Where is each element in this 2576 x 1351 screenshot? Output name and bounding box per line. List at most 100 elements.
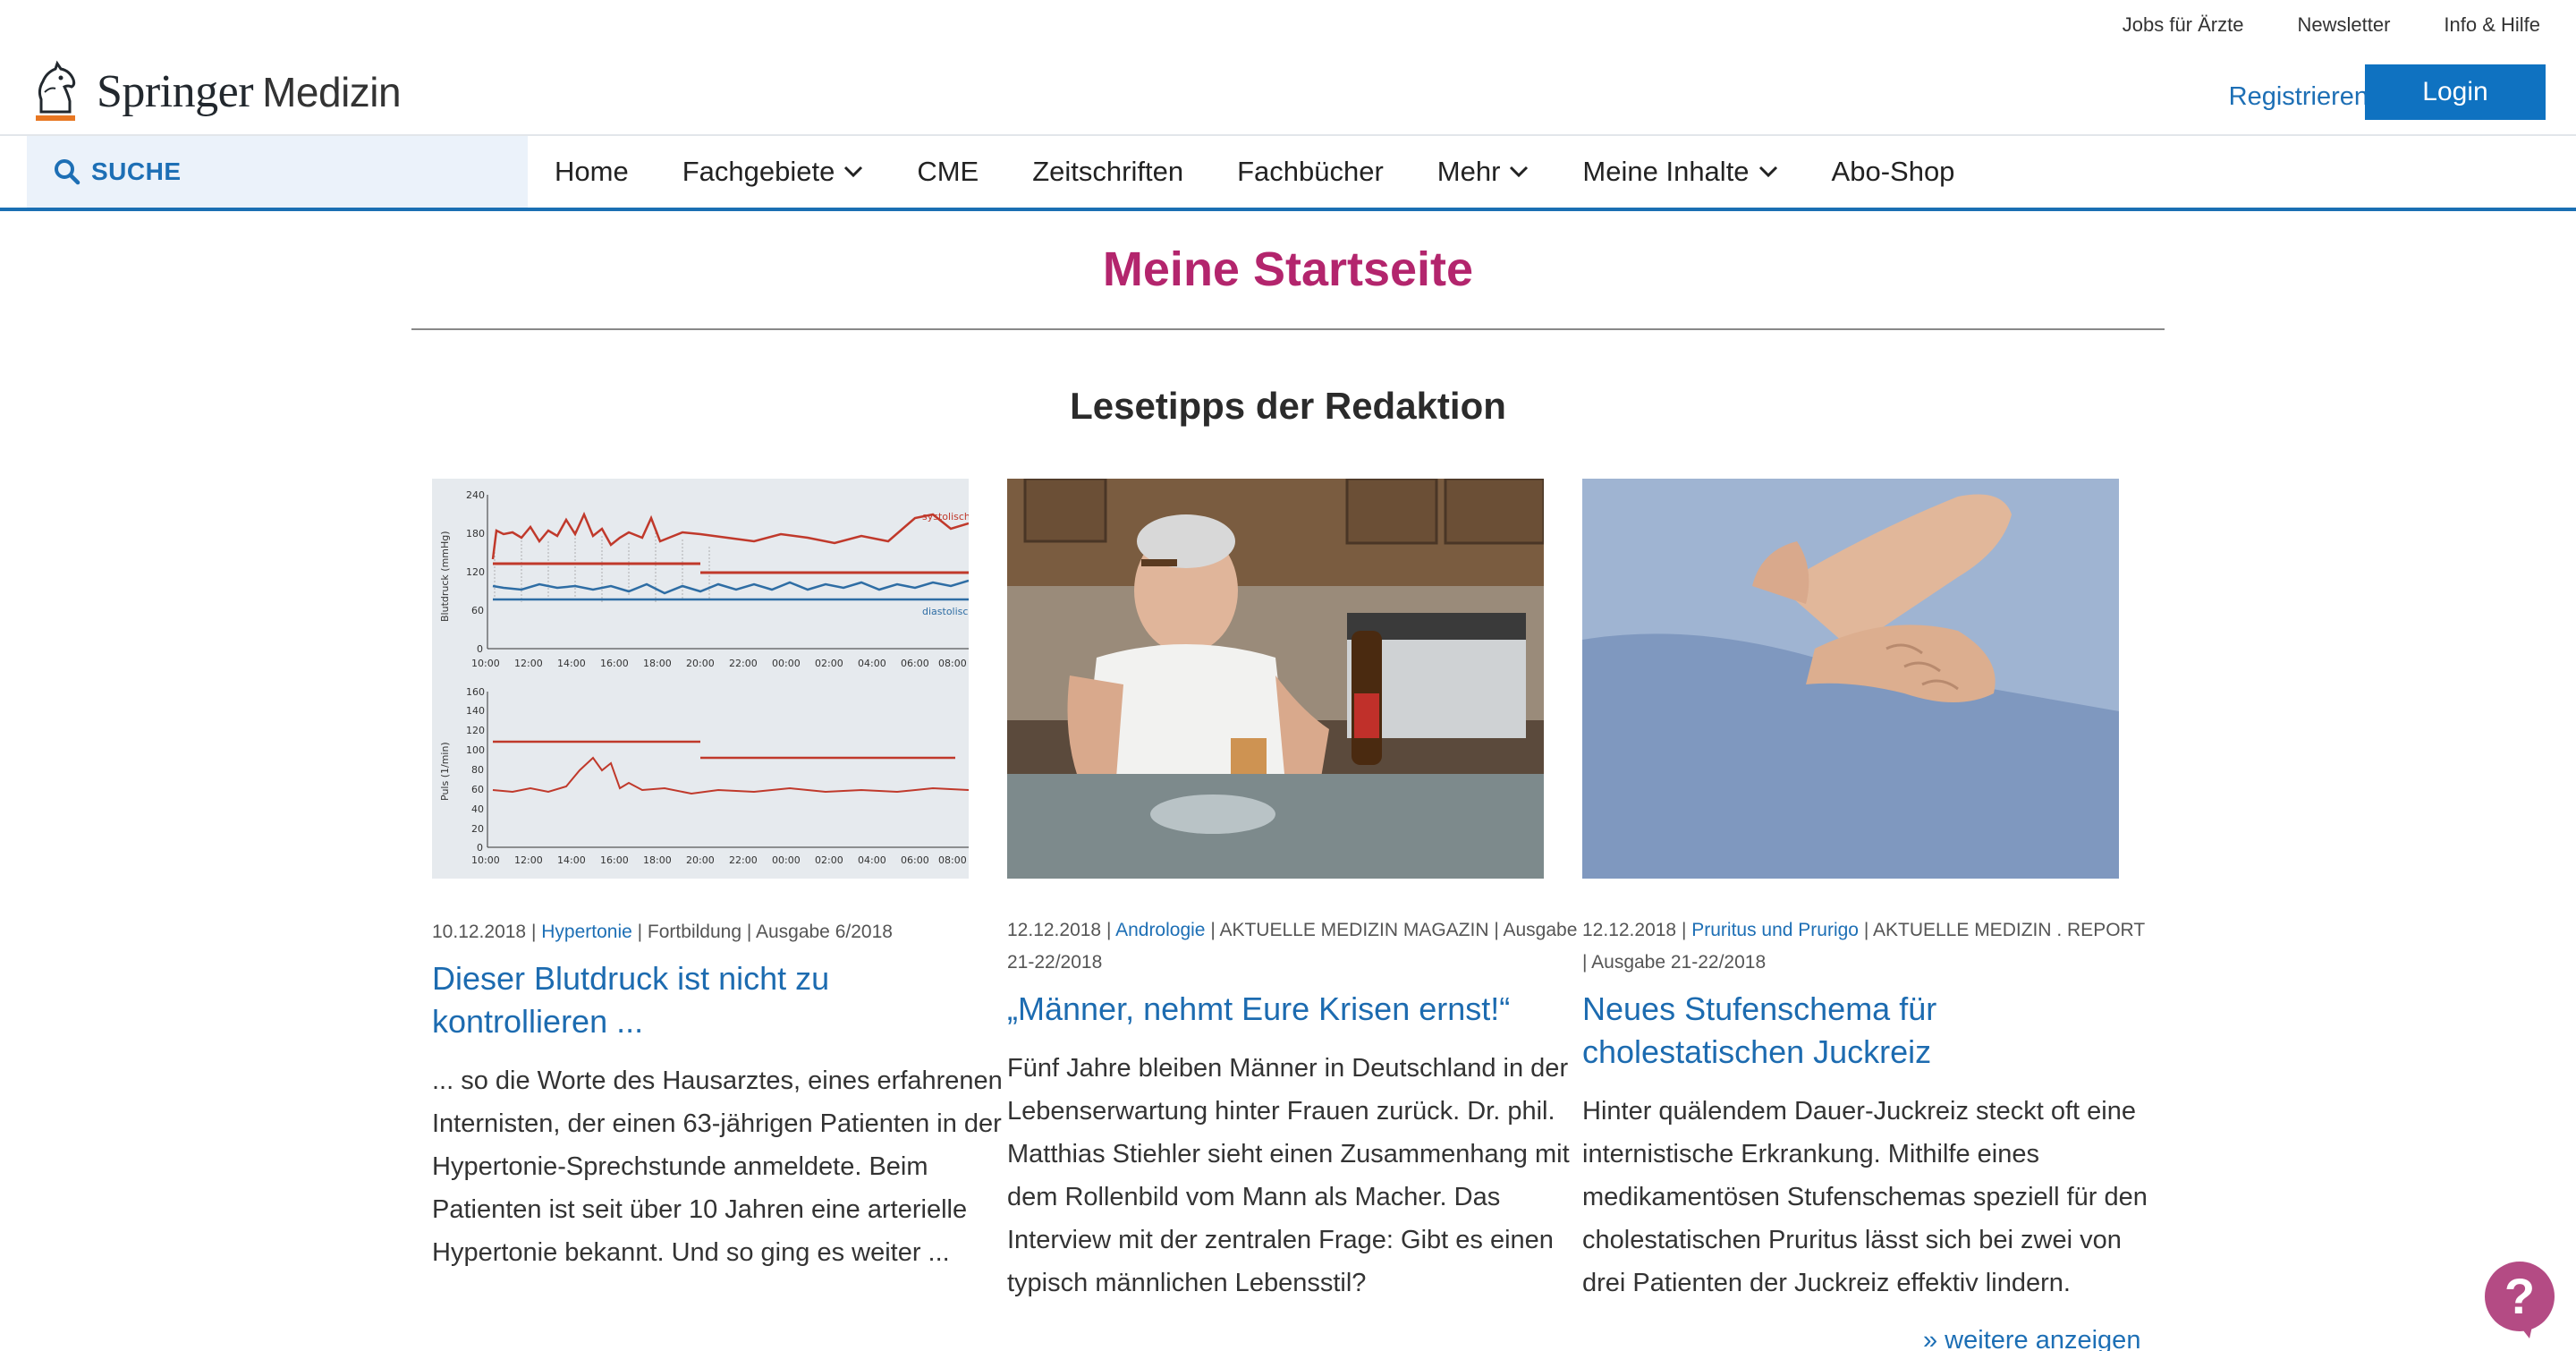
nav-item-fachbuecher[interactable]: Fachbücher <box>1210 136 1411 208</box>
nav-item-meine-inhalte[interactable]: Meine Inhalte <box>1555 136 1804 208</box>
article-meta: 12.12.2018 | Pruritus und Prurigo | AKTU… <box>1582 920 2145 973</box>
main-nav: SUCHE Home Fachgebiete CME Zeitschriften… <box>0 136 2576 211</box>
top-ytick: 0 <box>477 643 483 655</box>
bottom-xtick: 16:00 <box>600 854 629 866</box>
top-xtick: 02:00 <box>815 658 843 669</box>
bottom-xtick: 20:00 <box>686 854 715 866</box>
top-ylabel: Blutdruck (mmHg) <box>439 531 451 622</box>
nav-item-label: Abo-Shop <box>1831 156 1955 187</box>
article-meta: 12.12.2018 | Andrologie | AKTUELLE MEDIZ… <box>1007 920 1578 973</box>
section-title: Lesetipps der Redaktion <box>1070 385 1506 427</box>
article-card-andrologie: 12.12.2018 | Andrologie | AKTUELLE MEDIZ… <box>1007 479 1580 1304</box>
nav-items: Home Fachgebiete CME Zeitschriften Fachb… <box>528 136 1981 208</box>
top-xtick: 14:00 <box>557 658 586 669</box>
top-xtick: 16:00 <box>600 658 629 669</box>
top-xtick: 06:00 <box>901 658 929 669</box>
bottom-ytick: 0 <box>477 842 483 854</box>
nav-item-abo-shop[interactable]: Abo-Shop <box>1805 136 1982 208</box>
help-chat-button[interactable]: ? <box>2485 1262 2555 1338</box>
article-date: 12.12.2018 <box>1007 920 1102 940</box>
search-label: SUCHE <box>91 157 182 185</box>
series-label-diastolic: diastolisch <box>922 606 969 617</box>
register-link[interactable]: Registrieren <box>2229 70 2368 123</box>
top-xtick: 08:00 <box>938 658 967 669</box>
top-ytick: 180 <box>466 528 485 540</box>
nav-item-label: Home <box>555 156 629 187</box>
bottom-xtick: 02:00 <box>815 854 843 866</box>
search-icon <box>55 159 80 185</box>
article-headline[interactable]: Neues Stufenschema für cholestatischen J… <box>1582 988 2155 1074</box>
article-date: 12.12.2018 <box>1582 920 1677 940</box>
nav-item-label: Zeitschriften <box>1032 156 1184 187</box>
chevron-down-icon <box>844 166 863 178</box>
top-xtick: 12:00 <box>514 658 543 669</box>
nav-item-home[interactable]: Home <box>528 136 656 208</box>
chevron-down-icon <box>1510 166 1529 178</box>
bottom-xtick: 22:00 <box>729 854 758 866</box>
bottom-ylabel: Puls (1/min) <box>439 742 451 801</box>
nav-item-cme[interactable]: CME <box>890 136 1005 208</box>
article-card-hypertonie: 240 180 120 60 0 Blutdruck (mmHg) systol… <box>432 479 1004 1274</box>
bottom-ytick: 100 <box>466 744 485 756</box>
logo-brand: Springer <box>97 65 254 117</box>
man-smoking-photo[interactable] <box>1007 479 1544 879</box>
springer-medizin-logo[interactable]: Springer Medizin <box>29 55 402 127</box>
top-ytick: 240 <box>466 489 485 501</box>
bottom-ytick: 160 <box>466 686 485 698</box>
bottom-xtick: 00:00 <box>772 854 801 866</box>
logo-wordmark: Springer Medizin <box>97 65 402 118</box>
title-divider <box>411 328 2165 330</box>
nav-item-label: Mehr <box>1436 156 1501 187</box>
utility-nav: Jobs für Ärzte Newsletter Info & Hilfe <box>2123 0 2540 50</box>
article-date: 10.12.2018 <box>432 922 527 942</box>
bottom-ytick: 140 <box>466 705 485 717</box>
top-xtick: 20:00 <box>686 658 715 669</box>
nav-item-zeitschriften[interactable]: Zeitschriften <box>1005 136 1210 208</box>
article-category-link[interactable]: Pruritus und Prurigo <box>1691 920 1859 940</box>
utility-link-info-hilfe[interactable]: Info & Hilfe <box>2444 13 2540 37</box>
bottom-xtick: 10:00 <box>471 854 500 866</box>
top-xtick: 18:00 <box>643 658 672 669</box>
bottom-xtick: 08:00 <box>938 854 967 866</box>
bottom-ytick: 20 <box>471 823 484 835</box>
bottom-xtick: 14:00 <box>557 854 586 866</box>
article-category-link[interactable]: Andrologie <box>1115 920 1205 940</box>
bottom-ytick: 120 <box>466 725 485 736</box>
bottom-xtick: 12:00 <box>514 854 543 866</box>
nav-item-fachgebiete[interactable]: Fachgebiete <box>656 136 891 208</box>
article-category-link[interactable]: Hypertonie <box>541 922 632 942</box>
nav-item-label: Fachbücher <box>1237 156 1384 187</box>
top-xtick: 04:00 <box>858 658 886 669</box>
top-ytick: 120 <box>466 566 485 578</box>
search-toggle[interactable]: SUCHE <box>27 136 528 208</box>
bottom-ytick: 80 <box>471 764 484 776</box>
article-meta: 10.12.2018 | Hypertonie | Fortbildung | … <box>432 922 893 942</box>
nav-item-label: Meine Inhalte <box>1582 156 1750 187</box>
help-question-icon: ? <box>2504 1268 2536 1324</box>
article-teaser: Fünf Jahre bleiben Männer in Deutschland… <box>1007 1054 1570 1297</box>
article-headline[interactable]: „Männer, nehmt Eure Krisen ernst!“ <box>1007 988 1580 1031</box>
chevron-down-icon <box>1758 166 1777 178</box>
bottom-ytick: 60 <box>471 784 484 795</box>
more-link[interactable]: » weitere anzeigen <box>1923 1326 2140 1351</box>
nav-item-mehr[interactable]: Mehr <box>1411 136 1556 208</box>
bottom-xtick: 04:00 <box>858 854 886 866</box>
login-button[interactable]: Login <box>2365 64 2546 120</box>
top-xtick: 00:00 <box>772 658 801 669</box>
utility-link-jobs[interactable]: Jobs für Ärzte <box>2123 13 2244 37</box>
top-ytick: 60 <box>471 605 484 616</box>
itching-arm-photo[interactable] <box>1582 479 2119 879</box>
top-xtick: 10:00 <box>471 658 500 669</box>
bottom-ytick: 40 <box>471 803 484 815</box>
top-xtick: 22:00 <box>729 658 758 669</box>
article-meta-rest: | Fortbildung | Ausgabe 6/2018 <box>637 922 893 942</box>
site-header: Springer Medizin Registrieren Login <box>0 50 2576 136</box>
nav-item-label: CME <box>917 156 979 187</box>
article-headline[interactable]: Dieser Blutdruck ist nicht zu kontrollie… <box>432 957 1004 1043</box>
utility-link-newsletter[interactable]: Newsletter <box>2297 13 2390 37</box>
article-teaser: Hinter quälendem Dauer-Juckreiz steckt o… <box>1582 1097 2148 1297</box>
nav-item-label: Fachgebiete <box>682 156 835 187</box>
blood-pressure-chart-image[interactable]: 240 180 120 60 0 Blutdruck (mmHg) systol… <box>432 479 969 879</box>
article-teaser: ... so die Worte des Hausarztes, eines e… <box>432 1066 1003 1267</box>
bottom-xtick: 06:00 <box>901 854 929 866</box>
